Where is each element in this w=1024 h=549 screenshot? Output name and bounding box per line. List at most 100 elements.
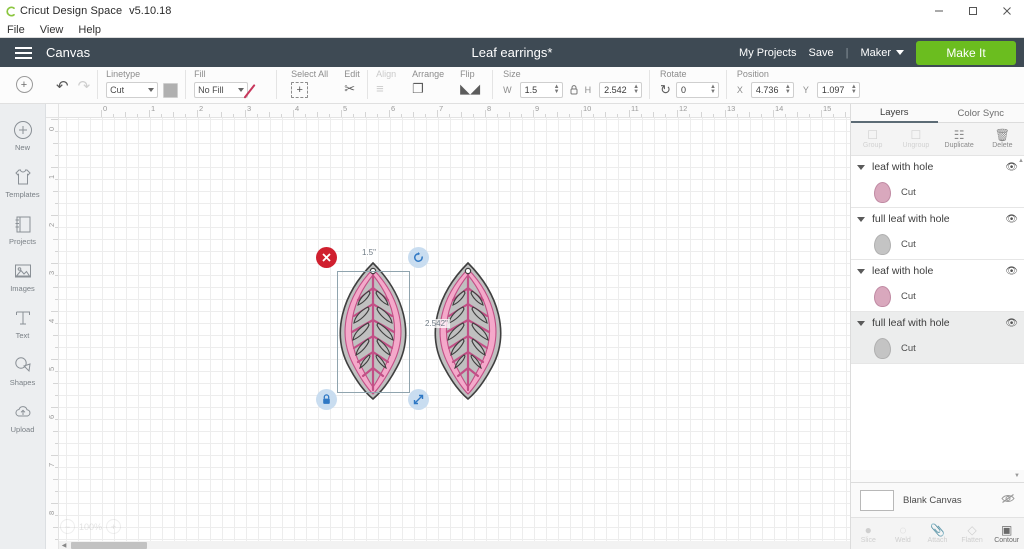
edit-label: Edit xyxy=(344,69,360,79)
ruler-subtick xyxy=(737,114,738,117)
sidebar-item-shapes[interactable]: Shapes xyxy=(0,347,46,394)
attach-button[interactable]: 📎 Attach xyxy=(920,518,955,549)
arrange-layers-icon[interactable]: ❐ xyxy=(412,82,424,96)
delete-button[interactable]: 🗑 Delete xyxy=(981,123,1024,155)
position-x-input[interactable]: 4.736 ▲ ▼ xyxy=(750,82,794,98)
layer-group[interactable]: full leaf with hole 👁 Cut xyxy=(851,312,1024,364)
rotate-icon[interactable]: ↻ xyxy=(660,83,671,97)
layer-list[interactable]: leaf with hole 👁 Cut full leaf with hole… xyxy=(851,156,1024,470)
rotate-handle[interactable] xyxy=(408,247,429,268)
hamburger-menu-icon[interactable] xyxy=(0,38,46,67)
ruler-subtick xyxy=(305,114,306,117)
weld-button[interactable]: ◌ Weld xyxy=(886,518,921,549)
eye-icon[interactable]: 👁 xyxy=(1005,318,1018,329)
delete-handle[interactable] xyxy=(316,247,337,268)
layer-child-row[interactable]: Cut xyxy=(851,230,1024,259)
spinner-icon[interactable]: ▲ ▼ xyxy=(710,84,716,95)
zoom-out-button[interactable]: − xyxy=(60,519,75,534)
layer-group[interactable]: leaf with hole 👁 Cut xyxy=(851,260,1024,312)
scroll-up-arrow-icon[interactable]: ▲ xyxy=(1018,158,1024,164)
scroll-left-arrow-icon[interactable]: ◀ xyxy=(59,542,69,549)
zoom-in-button[interactable]: + xyxy=(106,519,122,534)
sidebar-item-templates[interactable]: Templates xyxy=(0,159,46,206)
size-width-input[interactable]: 1.5 ▲ ▼ xyxy=(519,82,563,98)
edit-scissors-icon[interactable]: ✂ xyxy=(344,82,355,96)
menu-item-view[interactable]: View xyxy=(38,24,66,36)
horizontal-scrollbar[interactable]: ◀ xyxy=(59,541,850,549)
ruler-corner xyxy=(46,104,59,118)
menu-item-help[interactable]: Help xyxy=(76,24,103,36)
new-canvas-button[interactable]: + xyxy=(0,66,48,103)
layer-group[interactable]: leaf with hole 👁 Cut xyxy=(851,156,1024,208)
chevron-down-icon[interactable] xyxy=(857,164,865,170)
layer-header[interactable]: leaf with hole 👁 xyxy=(851,260,1024,282)
ungroup-button[interactable]: ☐ Ungroup xyxy=(894,123,937,155)
canvas-area[interactable]: 1.5" 2.542" 012345678910111213141516 012… xyxy=(46,104,850,549)
lock-handle[interactable] xyxy=(316,389,337,410)
fill-select[interactable]: No Fill xyxy=(194,82,249,98)
spinner-icon[interactable]: ▲ ▼ xyxy=(785,84,791,95)
layer-header[interactable]: full leaf with hole 👁 xyxy=(851,208,1024,230)
lock-aspect-icon[interactable] xyxy=(568,85,580,95)
tab-color-sync[interactable]: Color Sync xyxy=(938,104,1024,123)
make-it-button[interactable]: Make It xyxy=(916,40,1016,65)
machine-selector[interactable]: Maker xyxy=(860,47,904,59)
layer-child-row[interactable]: Cut xyxy=(851,334,1024,363)
select-all-icon[interactable]: + xyxy=(291,82,309,98)
sidebar-item-upload[interactable]: Upload xyxy=(0,394,46,441)
contour-button[interactable]: ▣ Contour xyxy=(989,518,1024,549)
sidebar-item-projects[interactable]: Projects xyxy=(0,206,46,253)
sidebar-item-images[interactable]: Images xyxy=(0,253,46,300)
slice-button[interactable]: ● Slice xyxy=(851,518,886,549)
ruler-tick-label: 13 xyxy=(727,104,736,113)
zoom-control[interactable]: − 100% + xyxy=(60,519,122,534)
linetype-select[interactable]: Cut xyxy=(106,82,159,98)
size-height-input[interactable]: 2.542 ▲ ▼ xyxy=(599,82,643,98)
minimize-button[interactable] xyxy=(922,0,956,22)
ruler-subtick xyxy=(701,112,702,117)
layer-child-row[interactable]: Cut xyxy=(851,282,1024,311)
sidebar-item-text[interactable]: Text xyxy=(0,300,46,347)
layer-operation: Cut xyxy=(901,291,916,302)
scroll-down-arrow-icon[interactable]: ▼ xyxy=(1014,473,1020,479)
chevron-down-icon[interactable] xyxy=(857,216,865,222)
ruler-subtick xyxy=(173,112,174,117)
blank-canvas-row[interactable]: Blank Canvas xyxy=(851,482,1024,517)
group-button[interactable]: ☐ Group xyxy=(851,123,894,155)
spinner-icon[interactable]: ▲ ▼ xyxy=(851,84,857,95)
leaf-earring-right[interactable] xyxy=(423,260,513,402)
resize-handle[interactable] xyxy=(408,389,429,410)
undo-arrow-icon[interactable]: ↶ xyxy=(56,79,69,94)
flip-icon[interactable]: ◣◢ xyxy=(460,82,480,96)
linetype-color-swatch[interactable] xyxy=(163,82,179,98)
duplicate-button[interactable]: ☷ Duplicate xyxy=(938,123,981,155)
layer-panel-scrollbar[interactable]: ▲ xyxy=(1018,158,1024,468)
layer-child-row[interactable]: Cut xyxy=(851,178,1024,207)
rotate-input[interactable]: 0 ▲ ▼ xyxy=(675,82,719,98)
spinner-icon[interactable]: ▲ ▼ xyxy=(633,84,639,95)
eye-icon[interactable]: 👁 xyxy=(1005,266,1018,277)
position-y-input[interactable]: 1.097 ▲ ▼ xyxy=(816,82,860,98)
flatten-button[interactable]: ◇ Flatten xyxy=(955,518,990,549)
menu-item-file[interactable]: File xyxy=(5,24,27,36)
eye-icon[interactable]: 👁 xyxy=(1005,214,1018,225)
layer-header[interactable]: leaf with hole 👁 xyxy=(851,156,1024,178)
eye-icon[interactable]: 👁 xyxy=(1005,162,1018,173)
no-fill-slash-icon[interactable] xyxy=(243,83,269,99)
chevron-down-icon[interactable] xyxy=(857,268,865,274)
ruler-subtick xyxy=(55,467,58,468)
canvas-color-swatch[interactable] xyxy=(860,489,894,511)
sidebar-item-new[interactable]: New xyxy=(0,112,46,159)
maximize-button[interactable] xyxy=(956,0,990,22)
eye-hidden-icon[interactable] xyxy=(1001,493,1015,507)
spinner-icon[interactable]: ▲ ▼ xyxy=(554,84,560,95)
redo-arrow-icon[interactable]: ↷ xyxy=(78,79,91,94)
my-projects-link[interactable]: My Projects xyxy=(739,47,796,59)
close-button[interactable] xyxy=(990,0,1024,22)
layer-header[interactable]: full leaf with hole 👁 xyxy=(851,312,1024,334)
tab-layers[interactable]: Layers xyxy=(851,104,938,123)
save-button[interactable]: Save xyxy=(809,47,834,59)
chevron-down-icon[interactable] xyxy=(857,320,865,326)
layer-group[interactable]: full leaf with hole 👁 Cut xyxy=(851,208,1024,260)
scrollbar-thumb[interactable] xyxy=(71,542,147,549)
